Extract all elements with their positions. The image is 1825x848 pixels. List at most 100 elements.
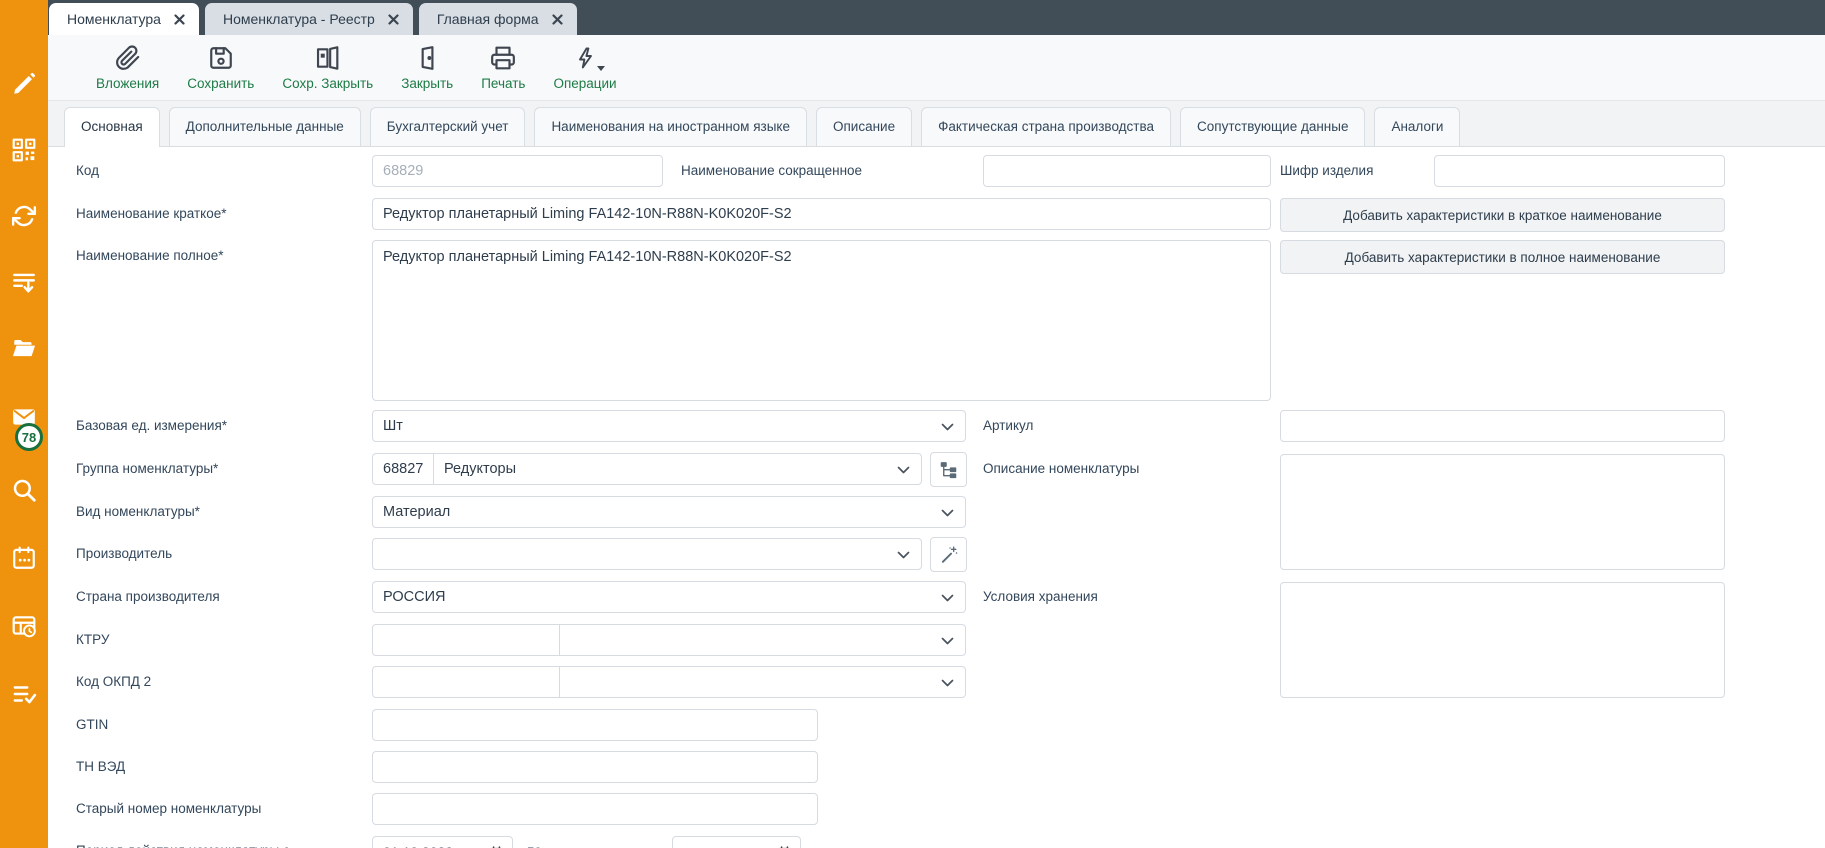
window-tab-nomenklatura-reestr[interactable]: Номенклатура - Реестр xyxy=(205,3,413,35)
manufacturer-country-select[interactable]: РОССИЯ xyxy=(372,581,966,613)
save-button[interactable]: Сохранить xyxy=(173,35,268,100)
nomenclature-group-code-input[interactable] xyxy=(372,453,434,485)
date-to-field[interactable] xyxy=(672,836,801,848)
chevron-down-icon xyxy=(941,509,954,517)
base-unit-label: Базовая ед. измерения* xyxy=(76,418,227,433)
base-unit-value: Шт xyxy=(383,418,403,434)
okpd2-label: Код ОКПД 2 xyxy=(76,674,151,689)
toolbar-button-label: Закрыть xyxy=(401,76,453,91)
add-characteristics-full-button[interactable]: Добавить характеристики в полное наимено… xyxy=(1280,240,1725,274)
date-from-value: 01.10.2022 xyxy=(383,844,453,848)
form-tab-strip: Основная Дополнительные данные Бухгалтер… xyxy=(48,101,1825,147)
tnved-input[interactable] xyxy=(372,751,818,783)
lightning-icon xyxy=(573,44,597,72)
qr-code-icon[interactable] xyxy=(11,137,37,163)
storage-conditions-textarea[interactable] xyxy=(1280,582,1725,698)
chevron-down-icon xyxy=(941,594,954,602)
toolbar: Вложения Сохранить Сохр. Закрыть Закрыть… xyxy=(48,35,1825,101)
nomenclature-window: 78 Номенклатура Номенклатура - Реестр Гл… xyxy=(0,0,1825,848)
brief-name-input[interactable] xyxy=(372,198,1271,230)
chevron-down-icon xyxy=(941,637,954,645)
schedule-icon[interactable] xyxy=(11,613,37,639)
close-icon[interactable] xyxy=(174,14,185,25)
ktru-code-input[interactable] xyxy=(372,624,560,656)
ktru-select[interactable] xyxy=(559,624,966,656)
code-input[interactable] xyxy=(372,155,663,187)
full-name-value: Редуктор планетарный Liming FA142-10N-R8… xyxy=(383,249,792,265)
tab-buhgalterskij-uchet[interactable]: Бухгалтерский учет xyxy=(370,107,526,146)
calendar-icon[interactable] xyxy=(11,545,37,571)
mail-badge: 78 xyxy=(15,423,43,451)
close-icon[interactable] xyxy=(388,14,399,25)
close-button[interactable]: Закрыть xyxy=(387,35,467,100)
search-icon[interactable] xyxy=(11,477,37,503)
base-unit-select[interactable]: Шт xyxy=(372,410,966,442)
nomenclature-kind-select[interactable]: Материал xyxy=(372,496,966,528)
window-tab-label: Главная форма xyxy=(437,11,539,27)
storage-conditions-label: Условия хранения xyxy=(983,589,1098,604)
article-input[interactable] xyxy=(1280,410,1725,442)
pencil-icon[interactable] xyxy=(11,71,37,97)
attachments-button[interactable]: Вложения xyxy=(82,35,173,100)
manufacturer-select[interactable] xyxy=(372,538,922,570)
checklist-icon[interactable] xyxy=(11,681,37,707)
list-export-icon[interactable] xyxy=(11,269,37,295)
add-characteristics-brief-button[interactable]: Добавить характеристики в краткое наимен… xyxy=(1280,198,1725,232)
short-name-input[interactable] xyxy=(983,155,1271,187)
full-name-label: Наименование полное* xyxy=(76,248,223,263)
folder-icon[interactable] xyxy=(11,335,37,361)
window-tab-nomenklatura[interactable]: Номенклатура xyxy=(49,3,199,35)
window-tab-label: Номенклатура xyxy=(67,11,161,27)
door-icon xyxy=(414,44,440,72)
manufacturer-country-value: РОССИЯ xyxy=(383,589,445,605)
nomenclature-description-label: Описание номенклатуры xyxy=(983,461,1139,476)
tab-opisanie[interactable]: Описание xyxy=(816,107,912,146)
tab-dopolnitelnye-dannye[interactable]: Дополнительные данные xyxy=(169,107,361,146)
nomenclature-group-value: Редукторы xyxy=(444,461,516,477)
chevron-down-icon xyxy=(897,466,910,474)
product-cipher-input[interactable] xyxy=(1434,155,1725,187)
close-icon[interactable] xyxy=(552,14,563,25)
nomenclature-group-label: Группа номенклатуры* xyxy=(76,461,218,476)
short-name-label: Наименование сокращенное xyxy=(681,163,862,178)
manufacturer-wizard-button[interactable] xyxy=(930,537,967,572)
tab-soputstvuyushchie-dannye[interactable]: Сопутствующие данные xyxy=(1180,107,1365,146)
manufacturer-country-label: Страна производителя xyxy=(76,589,220,604)
sync-icon[interactable] xyxy=(11,203,37,229)
save-close-button[interactable]: Сохр. Закрыть xyxy=(268,35,387,100)
save-close-icon xyxy=(315,44,341,72)
nomenclature-group-select[interactable]: Редукторы xyxy=(433,453,922,485)
calendar-icon xyxy=(777,845,792,848)
okpd2-code-input[interactable] xyxy=(372,666,560,698)
old-number-input[interactable] xyxy=(372,793,818,825)
printer-icon xyxy=(490,44,516,72)
tab-osnovnaya[interactable]: Основная xyxy=(64,107,160,147)
toolbar-button-label: Сохр. Закрыть xyxy=(282,76,373,91)
group-tree-button[interactable] xyxy=(930,452,967,487)
window-tab-glavnaya-forma[interactable]: Главная форма xyxy=(419,3,577,35)
toolbar-button-label: Вложения xyxy=(96,76,159,91)
tab-analogi[interactable]: Аналоги xyxy=(1374,107,1460,146)
tree-icon xyxy=(939,460,958,479)
print-button[interactable]: Печать xyxy=(467,35,539,100)
article-label: Артикул xyxy=(983,418,1033,433)
manufacturer-label: Производитель xyxy=(76,546,172,561)
window-tab-bar: Номенклатура Номенклатура - Реестр Главн… xyxy=(48,0,1825,35)
okpd2-select[interactable] xyxy=(559,666,966,698)
chevron-down-icon xyxy=(941,423,954,431)
date-from-field[interactable]: 01.10.2022 xyxy=(372,836,513,848)
toolbar-button-label: Печать xyxy=(481,76,525,91)
tab-naimenovaniya-na-inostrannom[interactable]: Наименования на иностранном языке xyxy=(534,107,807,146)
nomenclature-description-textarea[interactable] xyxy=(1280,454,1725,570)
validity-period-label: Период действия номенклатуры с xyxy=(76,843,290,848)
operations-button[interactable]: Операции xyxy=(539,35,630,100)
full-name-textarea[interactable]: Редуктор планетарный Liming FA142-10N-R8… xyxy=(372,240,1271,401)
chevron-down-icon xyxy=(597,66,605,71)
tab-fakticheskaya-strana[interactable]: Фактическая страна производства xyxy=(921,107,1171,146)
magic-wand-icon xyxy=(939,545,958,564)
gtin-input[interactable] xyxy=(372,709,818,741)
paperclip-icon xyxy=(115,44,141,72)
toolbar-button-label: Операции xyxy=(553,76,616,91)
old-number-label: Старый номер номенклатуры xyxy=(76,801,261,816)
product-cipher-label: Шифр изделия xyxy=(1280,163,1373,178)
